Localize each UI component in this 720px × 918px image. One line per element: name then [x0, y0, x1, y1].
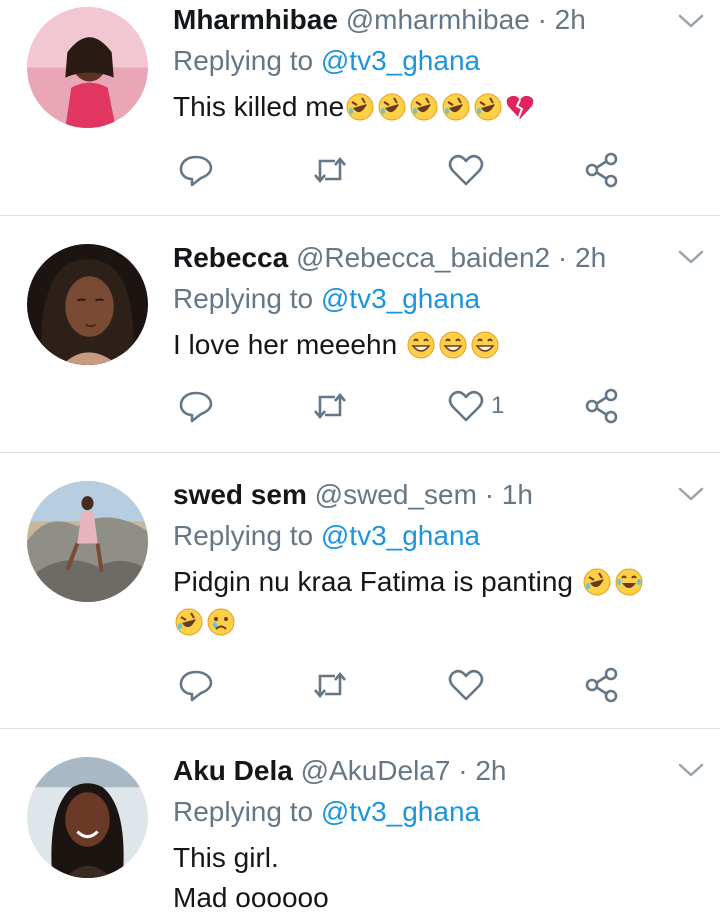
- reply-icon: [179, 155, 213, 187]
- replying-to: Replying to @tv3_ghana: [173, 41, 700, 81]
- tweet-text: This girl. Mad oooooo: [173, 838, 700, 918]
- user-handle[interactable]: @swed_sem: [315, 479, 477, 510]
- tweet-actions: [173, 665, 633, 705]
- timestamp[interactable]: 2h: [475, 755, 506, 786]
- tweet-text: I love her meeehn: [173, 325, 700, 365]
- share-icon: [585, 667, 618, 703]
- retweet-icon: [314, 156, 346, 184]
- tweet-text-line: Pidgin nu kraa Fatima is panting: [173, 566, 581, 597]
- tweet-text: Pidgin nu kraa Fatima is panting: [173, 562, 700, 642]
- avatar[interactable]: [27, 757, 148, 878]
- grin-emoji-icon: [470, 330, 500, 360]
- user-handle[interactable]: @mharmhibae: [346, 4, 530, 35]
- tweet-text-line: This killed me: [173, 91, 345, 122]
- broken-heart-emoji-icon: [505, 92, 535, 122]
- tweet-text-line: I love her meeehn: [173, 329, 405, 360]
- timestamp[interactable]: 2h: [555, 4, 586, 35]
- rofl-emoji-icon: [409, 92, 439, 122]
- mention-link[interactable]: @tv3_ghana: [321, 520, 480, 551]
- user-handle[interactable]: @AkuDela7: [301, 755, 451, 786]
- share-icon: [585, 388, 618, 424]
- mention-link[interactable]: @tv3_ghana: [321, 796, 480, 827]
- user-handle[interactable]: @Rebecca_baiden2: [296, 242, 550, 273]
- display-name[interactable]: swed sem: [173, 479, 307, 510]
- chevron-down-icon[interactable]: [676, 244, 706, 268]
- like-button[interactable]: [447, 665, 491, 705]
- replying-prefix: Replying to: [173, 283, 321, 314]
- tweet-text-line: This girl.: [173, 842, 279, 873]
- chevron-down-icon[interactable]: [676, 481, 706, 505]
- rofl-emoji-icon: [345, 92, 375, 122]
- timestamp[interactable]: 2h: [575, 242, 606, 273]
- joy-emoji-icon: [614, 567, 644, 597]
- heart-icon: [448, 390, 484, 422]
- separator-dot: ·: [458, 755, 468, 786]
- retweet-button[interactable]: [311, 386, 349, 426]
- sad-tear-emoji-icon: [206, 607, 236, 637]
- tweet[interactable]: Rebecca @Rebecca_baiden2 · 2h Replying t…: [0, 216, 720, 453]
- avatar[interactable]: [27, 244, 148, 365]
- share-button[interactable]: [583, 665, 621, 705]
- reply-button[interactable]: [177, 665, 215, 705]
- rofl-emoji-icon: [377, 92, 407, 122]
- like-button[interactable]: 1: [447, 386, 504, 426]
- chevron-down-icon[interactable]: [676, 757, 706, 781]
- separator-dot: ·: [537, 4, 547, 35]
- avatar[interactable]: [27, 481, 148, 602]
- rofl-emoji-icon: [582, 567, 612, 597]
- rofl-emoji-icon: [473, 92, 503, 122]
- retweet-icon: [314, 392, 346, 420]
- retweet-button[interactable]: [311, 665, 349, 705]
- reply-icon: [179, 391, 213, 423]
- tweet-actions: 1: [173, 386, 633, 426]
- separator-dot: ·: [484, 479, 495, 510]
- avatar[interactable]: [27, 7, 148, 128]
- like-button[interactable]: [447, 150, 491, 190]
- retweet-button[interactable]: [311, 150, 349, 190]
- share-button[interactable]: [583, 150, 621, 190]
- reply-button[interactable]: [177, 386, 215, 426]
- retweet-icon: [314, 671, 346, 699]
- mention-link[interactable]: @tv3_ghana: [321, 45, 480, 76]
- chevron-down-icon[interactable]: [676, 8, 706, 32]
- tweet-text-line: Mad oooooo: [173, 882, 329, 913]
- tweet[interactable]: Aku Dela @AkuDela7 · 2h Replying to @tv3…: [0, 729, 720, 916]
- mention-link[interactable]: @tv3_ghana: [321, 283, 480, 314]
- replying-to: Replying to @tv3_ghana: [173, 792, 700, 832]
- display-name[interactable]: Aku Dela: [173, 755, 293, 786]
- replying-to: Replying to @tv3_ghana: [173, 279, 700, 319]
- separator-dot: ·: [557, 242, 568, 273]
- timestamp[interactable]: 1h: [502, 479, 533, 510]
- rofl-emoji-icon: [174, 607, 204, 637]
- tweet-actions: [173, 150, 633, 190]
- tweet[interactable]: Mharmhibae @mharmhibae · 2h Replying to …: [0, 0, 720, 216]
- display-name[interactable]: Rebecca: [173, 242, 288, 273]
- tweet-text: This killed me: [173, 87, 700, 127]
- replying-prefix: Replying to: [173, 45, 321, 76]
- replying-to: Replying to @tv3_ghana: [173, 516, 700, 556]
- replying-prefix: Replying to: [173, 796, 321, 827]
- heart-icon: [448, 669, 484, 701]
- rofl-emoji-icon: [441, 92, 471, 122]
- replying-prefix: Replying to: [173, 520, 321, 551]
- reply-button[interactable]: [177, 150, 215, 190]
- like-count: 1: [491, 392, 505, 419]
- share-icon: [585, 152, 618, 188]
- reply-icon: [179, 670, 213, 702]
- heart-icon: [448, 154, 484, 186]
- grin-emoji-icon: [406, 330, 436, 360]
- share-button[interactable]: [583, 386, 621, 426]
- grin-emoji-icon: [438, 330, 468, 360]
- display-name[interactable]: Mharmhibae: [173, 4, 338, 35]
- tweet[interactable]: swed sem @swed_sem · 1h Replying to @tv3…: [0, 453, 720, 729]
